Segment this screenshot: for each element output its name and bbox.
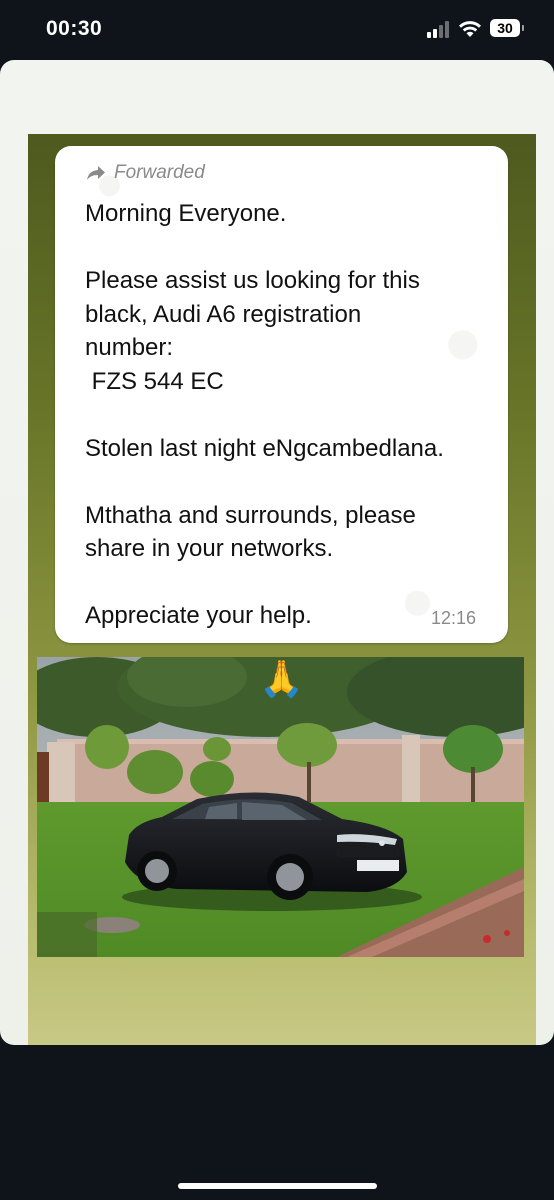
battery-icon: 30 <box>490 19 520 37</box>
message-line: Please assist us looking for this <box>85 267 420 294</box>
message-line <box>85 566 495 600</box>
message-line <box>85 465 495 499</box>
message-line: number: <box>85 334 174 361</box>
message-line: Mthatha and surrounds, please <box>85 501 416 529</box>
status-time: 00:30 <box>46 17 103 40</box>
signal-icon <box>427 20 453 38</box>
message-line: black, Audi A6 registration <box>85 300 362 328</box>
wifi-icon <box>459 21 481 37</box>
status-bar: 00:30 30 <box>0 0 554 60</box>
car-photo[interactable]: 🙏 <box>37 657 524 957</box>
home-indicator[interactable] <box>178 1183 377 1189</box>
prayer-hands-emoji: 🙏 <box>259 658 304 699</box>
message-line <box>85 398 495 432</box>
message-timestamp: 12:16 <box>430 608 476 628</box>
battery-cap <box>522 25 524 31</box>
story-card[interactable]: Forwarded Morning Everyone. Please assis… <box>0 60 554 1045</box>
message-line: share in your networks. <box>85 535 334 562</box>
message-line: Stolen last night eNgcambedlana. <box>85 434 444 462</box>
message-bubble[interactable]: Forwarded Morning Everyone. Please assis… <box>55 146 508 643</box>
message-line: Morning Everyone. <box>85 200 287 227</box>
forward-arrow-icon <box>87 166 105 180</box>
forwarded-label: Forwarded <box>114 162 205 183</box>
message-line <box>85 231 495 265</box>
forwarded-row: Forwarded <box>86 162 205 184</box>
message-line: FZS 544 EC <box>85 367 224 395</box>
message-text: Morning Everyone. Please assist us looki… <box>85 197 495 633</box>
car-photo-illustration <box>37 657 524 957</box>
